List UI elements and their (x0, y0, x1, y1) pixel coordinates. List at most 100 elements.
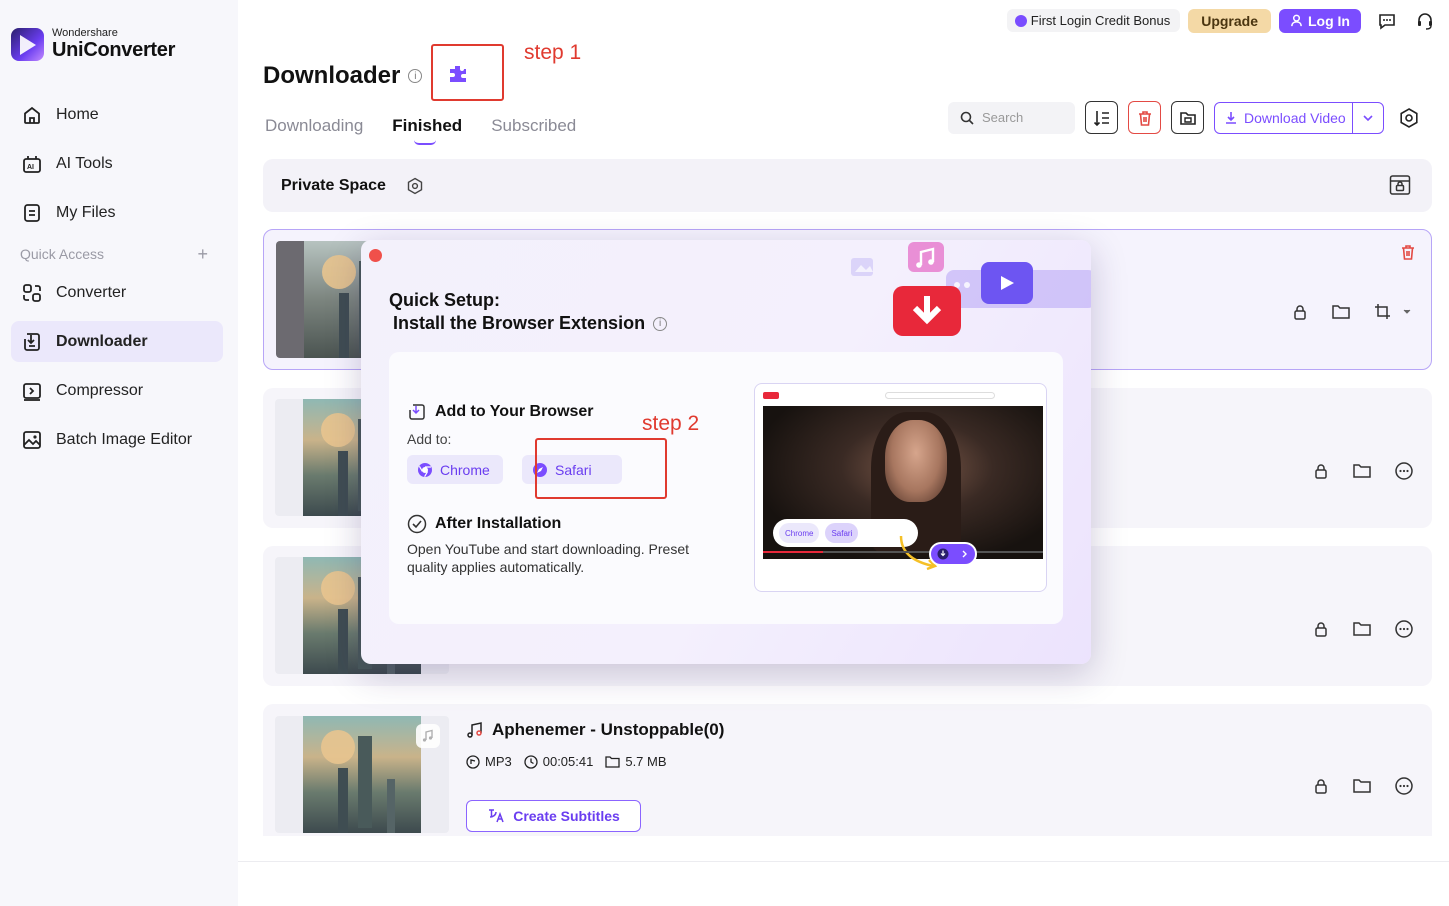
preview-chrome-chip: Chrome (779, 523, 820, 543)
create-subtitles-button[interactable]: Create Subtitles (466, 800, 641, 832)
converter-icon (20, 281, 44, 305)
chevron-down-icon (1363, 114, 1373, 121)
feedback-icon[interactable] (1375, 9, 1399, 33)
dialog-title-line2: Install the Browser Extension (393, 313, 646, 333)
more-options-icon[interactable] (1394, 619, 1414, 639)
song-format: MP3 (485, 754, 512, 769)
sidebar-item-label: AI Tools (56, 154, 113, 172)
settings-gear-icon[interactable] (1398, 107, 1420, 129)
sidebar-item-my-files[interactable]: My Files (11, 192, 223, 233)
info-icon[interactable]: i (408, 69, 423, 83)
app-brand: Wondershare UniConverter (11, 27, 175, 61)
download-options-dropdown[interactable] (1353, 103, 1383, 133)
downloader-tabs: Downloading Finished Subscribed (265, 116, 576, 145)
chrome-button[interactable]: Chrome (407, 455, 503, 484)
private-space-settings-icon[interactable] (406, 177, 424, 195)
subtitles-icon (489, 809, 504, 823)
my-files-icon (20, 201, 44, 225)
preview-browser-bar (755, 384, 1046, 406)
folder-icon[interactable] (1352, 620, 1372, 638)
list-item[interactable]: Aphenemer - Unstoppable(0) MP3 00:05:41 … (263, 704, 1432, 836)
folder-icon[interactable] (1352, 777, 1372, 795)
page-title: Downloader i (263, 62, 423, 90)
preview-download-button (929, 542, 977, 566)
quick-access-add-button[interactable]: + (197, 245, 208, 263)
quick-setup-dialog: Quick Setup: Install the Browser Extensi… (361, 240, 1091, 664)
step2-label: step 2 (642, 412, 700, 435)
after-install-title: After Installation (435, 515, 562, 532)
page-title-text: Downloader (263, 62, 401, 89)
credit-label: First Login Credit Bonus (1030, 13, 1171, 28)
lock-icon[interactable] (1291, 303, 1309, 321)
extension-preview-image: Chrome Safari (754, 383, 1047, 592)
delete-all-button[interactable] (1128, 101, 1161, 134)
svg-text:AI: AI (27, 164, 34, 171)
sidebar-item-home[interactable]: Home (11, 94, 223, 135)
sort-list-icon (1093, 110, 1109, 126)
chrome-icon (418, 462, 432, 477)
song-title: Aphenemer - Unstoppable(0) (466, 720, 724, 740)
tab-subscribed[interactable]: Subscribed (491, 116, 576, 136)
download-video-button[interactable]: Download Video (1214, 101, 1384, 134)
lock-icon[interactable] (1312, 462, 1330, 480)
download-video-label: Download Video (1244, 109, 1346, 126)
download-video-main[interactable]: Download Video (1215, 102, 1353, 133)
compressor-icon (20, 379, 44, 403)
search-icon (960, 111, 974, 125)
more-options-icon[interactable] (1394, 776, 1414, 796)
credit-bonus-badge[interactable]: First Login Credit Bonus (1006, 9, 1181, 32)
sidebar-item-label: Converter (56, 283, 127, 301)
more-options-icon[interactable] (1394, 461, 1414, 481)
lock-icon[interactable] (1312, 777, 1330, 795)
folder-icon[interactable] (1352, 462, 1372, 480)
row-actions (1312, 461, 1414, 481)
sidebar-item-ai-tools[interactable]: AI AI Tools (11, 143, 223, 184)
row-actions (1312, 619, 1414, 639)
brand-product: UniConverter (52, 39, 176, 61)
login-button[interactable]: Log In (1279, 8, 1361, 33)
sidebar-item-compressor[interactable]: Compressor (11, 370, 223, 411)
setup-panel: Add to Your Browser Add to: Chrome Safar… (389, 352, 1063, 624)
info-icon[interactable]: i (653, 316, 668, 331)
lock-icon[interactable] (1312, 620, 1330, 638)
sidebar-item-converter[interactable]: Converter (11, 272, 223, 313)
song-duration: 00:05:41 (542, 754, 594, 769)
search-placeholder: Search (982, 110, 1024, 125)
sidebar-item-downloader[interactable]: Downloader (11, 321, 223, 362)
quick-access-header: Quick Access + (20, 245, 208, 263)
downloader-icon (20, 330, 44, 354)
support-headset-icon[interactable] (1413, 9, 1437, 33)
tab-finished[interactable]: Finished (392, 116, 462, 145)
add-to-label: Add to: (407, 431, 452, 447)
delete-item-icon[interactable] (1399, 243, 1417, 266)
row-actions (1312, 776, 1414, 796)
check-circle-icon (407, 514, 427, 534)
row-actions (1291, 302, 1413, 322)
trash-icon (1138, 110, 1151, 126)
create-subtitles-label: Create Subtitles (513, 808, 620, 824)
bottom-divider (238, 861, 1449, 862)
sidebar: Wondershare UniConverter Home AI AI Tool… (0, 0, 238, 906)
folder-size-icon (605, 756, 620, 768)
private-space-lock-icon[interactable] (1388, 173, 1412, 202)
download-icon (1226, 111, 1236, 124)
upgrade-button[interactable]: Upgrade (1188, 8, 1271, 33)
after-install-heading: After Installation (407, 514, 561, 534)
crop-dropdown-icon[interactable] (1373, 302, 1413, 322)
media-illustration-icon (851, 242, 1091, 336)
song-title-text: Aphenemer - Unstoppable(0) (492, 720, 725, 739)
sidebar-item-batch-image-editor[interactable]: Batch Image Editor (11, 419, 223, 460)
quick-access-label: Quick Access (20, 246, 105, 262)
add-browser-heading: Add to Your Browser (407, 402, 594, 422)
tab-downloading[interactable]: Downloading (265, 116, 363, 136)
sort-list-button[interactable] (1085, 101, 1118, 134)
search-input[interactable]: Search (948, 101, 1075, 134)
song-size: 5.7 MB (625, 754, 667, 769)
batch-image-editor-icon (20, 428, 44, 452)
format-icon (466, 754, 480, 769)
sidebar-item-label: Batch Image Editor (56, 430, 193, 448)
private-space-bar[interactable]: Private Space (263, 159, 1432, 212)
batch-download-button[interactable] (1171, 101, 1204, 134)
close-dialog-button[interactable] (369, 249, 382, 262)
folder-icon[interactable] (1331, 303, 1351, 321)
